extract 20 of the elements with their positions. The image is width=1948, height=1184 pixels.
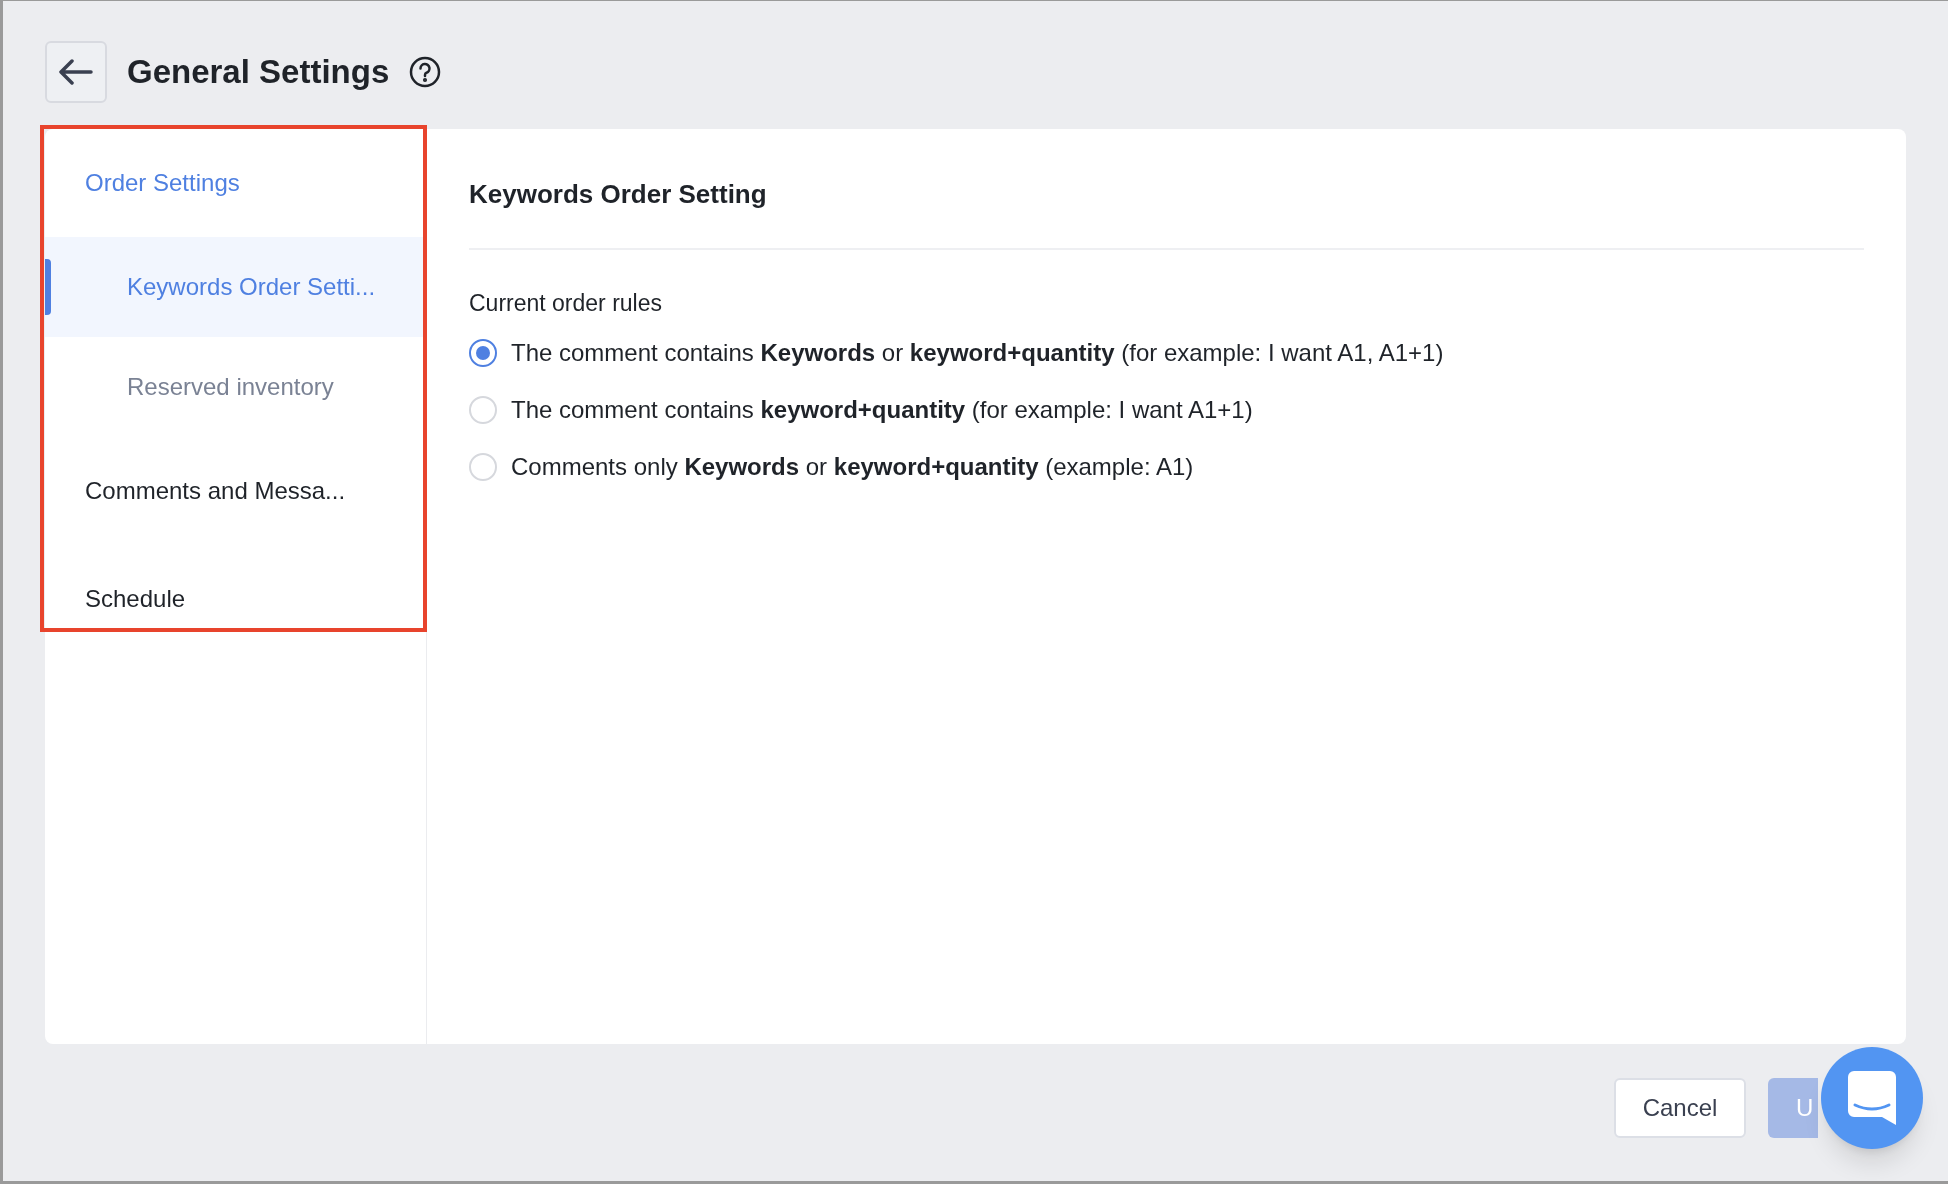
active-indicator — [45, 259, 51, 315]
chat-launcher[interactable] — [1821, 1047, 1923, 1149]
sidebar-item[interactable]: Keywords Order Setti... — [45, 237, 426, 337]
radio-button[interactable] — [469, 338, 497, 367]
chat-icon — [1848, 1071, 1896, 1125]
back-button[interactable] — [45, 41, 107, 103]
radio-label: The comment contains keyword+quantity (for example: I want A1+1) — [511, 394, 1253, 425]
sidebar-item[interactable]: Schedule — [45, 545, 426, 653]
page-title: General Settings — [127, 52, 390, 93]
sidebar-item[interactable]: Order Settings — [45, 129, 426, 237]
help-icon[interactable] — [409, 56, 442, 88]
cancel-button[interactable]: Cancel — [1614, 1078, 1746, 1138]
radio-label: The comment contains Keywords or keyword+quantity (for example: I want A1, A1+1) — [511, 337, 1444, 368]
primary-button[interactable]: U — [1768, 1078, 1818, 1138]
section-title: Keywords Order Setting — [469, 129, 1864, 250]
sidebar-item[interactable]: Reserved inventory — [45, 337, 426, 437]
sidebar-item[interactable]: Comments and Messa... — [45, 437, 426, 545]
back-arrow-icon — [59, 59, 93, 85]
rules-label: Current order rules — [469, 289, 664, 318]
radio-label: Comments only Keywords or keyword+quantity (example: A1) — [511, 451, 1194, 482]
